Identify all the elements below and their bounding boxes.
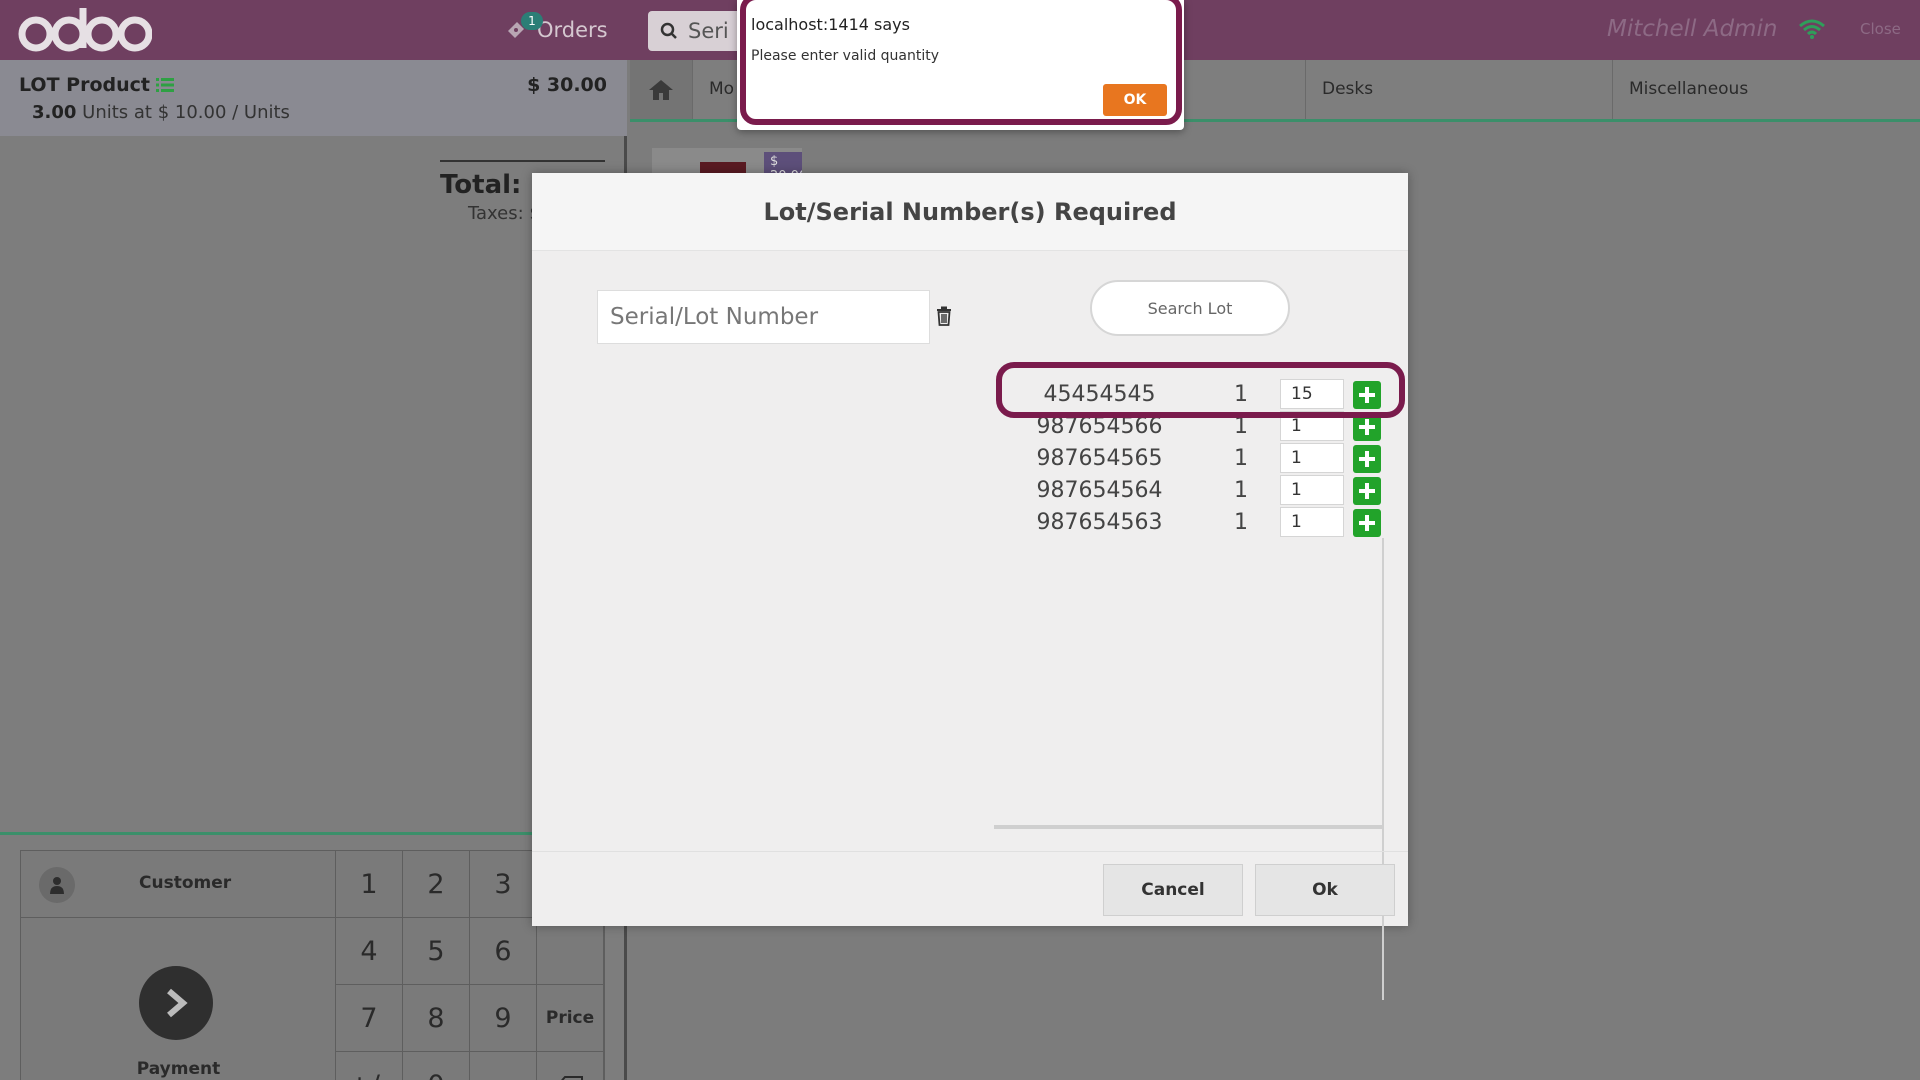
user-name: Mitchell Admin [1607, 16, 1778, 42]
order-line-qty: 3.00 [32, 102, 77, 123]
backspace-icon [561, 1076, 583, 1080]
product-search[interactable]: Seri [648, 11, 738, 51]
lot-number: 987654564 [1036, 478, 1163, 503]
lot-qty-input[interactable] [1280, 507, 1344, 537]
search-placeholder: Seri [688, 19, 729, 43]
total-divider [440, 160, 605, 162]
lot-available: 1 [1234, 446, 1248, 471]
lot-available: 1 [1234, 510, 1248, 535]
plus-icon[interactable] [1353, 509, 1381, 537]
user-icon [39, 867, 75, 903]
wifi-icon [1799, 19, 1825, 39]
lot-qty-input[interactable] [1280, 475, 1344, 505]
dialog-title: Lot/Serial Number(s) Required [763, 197, 1177, 226]
customer-button[interactable]: Customer [21, 851, 336, 918]
numpad-key-3[interactable]: 3 [470, 851, 537, 918]
alert-highlight-annotation [740, 0, 1182, 125]
search-icon [660, 22, 677, 39]
lot-number: 987654565 [1036, 446, 1163, 471]
plus-icon[interactable] [1353, 445, 1381, 473]
serial-lot-input[interactable] [597, 290, 930, 344]
order-line-product-name: LOT Product [19, 74, 150, 96]
lot-row: 987654565 1 [994, 442, 1384, 474]
lot-row: 987654564 1 [994, 474, 1384, 506]
lot-list-scrollbar-vertical[interactable] [1382, 538, 1384, 1000]
numpad-key-4[interactable]: 4 [336, 918, 403, 985]
lot-list-icon[interactable] [155, 77, 174, 93]
home-icon [649, 79, 673, 100]
cancel-button[interactable]: Cancel [1103, 864, 1243, 916]
highlight-annotation [996, 362, 1405, 418]
order-line-price: $ 30.00 [527, 74, 607, 96]
numpad-key-7[interactable]: 7 [336, 985, 403, 1052]
control-panel: Customer Payment 1 2 3 4 5 6 7 8 9 Price… [20, 850, 605, 1080]
numpad-key-dot[interactable]: . [470, 1052, 537, 1080]
payment-button[interactable]: Payment [21, 918, 336, 1080]
numpad-key-6[interactable]: 6 [470, 918, 537, 985]
order-line-unit-text: Units at $ 10.00 / Units [82, 102, 290, 123]
order-taxes: Taxes: $ [468, 203, 541, 224]
search-lot-input[interactable] [1090, 280, 1290, 336]
customer-label: Customer [139, 873, 232, 893]
numpad-key-plus-minus[interactable]: +/- [336, 1052, 403, 1080]
order-line-info: 3.00 Units at $ 10.00 / Units [32, 102, 290, 123]
numpad-backspace[interactable] [537, 1052, 604, 1080]
numpad-key-9[interactable]: 9 [470, 985, 537, 1052]
orders-count-badge: 1 [521, 12, 543, 30]
dialog-header: Lot/Serial Number(s) Required [532, 173, 1408, 251]
numpad-key-1[interactable]: 1 [336, 851, 403, 918]
plus-icon[interactable] [1353, 477, 1381, 505]
numpad-key-0[interactable]: 0 [403, 1052, 470, 1080]
lot-qty-input[interactable] [1280, 443, 1344, 473]
numpad-mode-price[interactable]: Price [537, 985, 604, 1052]
order-line[interactable]: LOT Product $ 30.00 3.00 Units at $ 10.0… [0, 60, 627, 136]
category-miscellaneous[interactable]: Miscellaneous [1612, 60, 1920, 119]
lot-row: 987654563 1 [994, 506, 1384, 538]
payment-label: Payment [136, 1059, 221, 1079]
orders-label: Orders [537, 18, 608, 42]
order-line-product: LOT Product [19, 74, 174, 96]
trash-icon[interactable] [936, 306, 952, 326]
home-category-button[interactable] [630, 60, 692, 119]
close-button[interactable]: Close [1860, 20, 1901, 38]
numpad-key-5[interactable]: 5 [403, 918, 470, 985]
chevron-right-icon [139, 966, 213, 1040]
lot-list-scrollbar-horizontal[interactable] [994, 825, 1384, 829]
numpad-key-8[interactable]: 8 [403, 985, 470, 1052]
lot-serial-dialog: Lot/Serial Number(s) Required 45454545 1… [532, 173, 1408, 1000]
odoo-logo [18, 8, 152, 52]
ok-button[interactable]: Ok [1255, 864, 1395, 916]
lot-available: 1 [1234, 478, 1248, 503]
lot-number: 987654563 [1036, 510, 1163, 535]
dialog-footer: Cancel Ok [532, 851, 1408, 926]
numpad-key-2[interactable]: 2 [403, 851, 470, 918]
numpad-mode-disc[interactable] [537, 918, 604, 985]
category-desks[interactable]: Desks [1305, 60, 1615, 119]
category-mo[interactable]: Mo [692, 60, 742, 119]
